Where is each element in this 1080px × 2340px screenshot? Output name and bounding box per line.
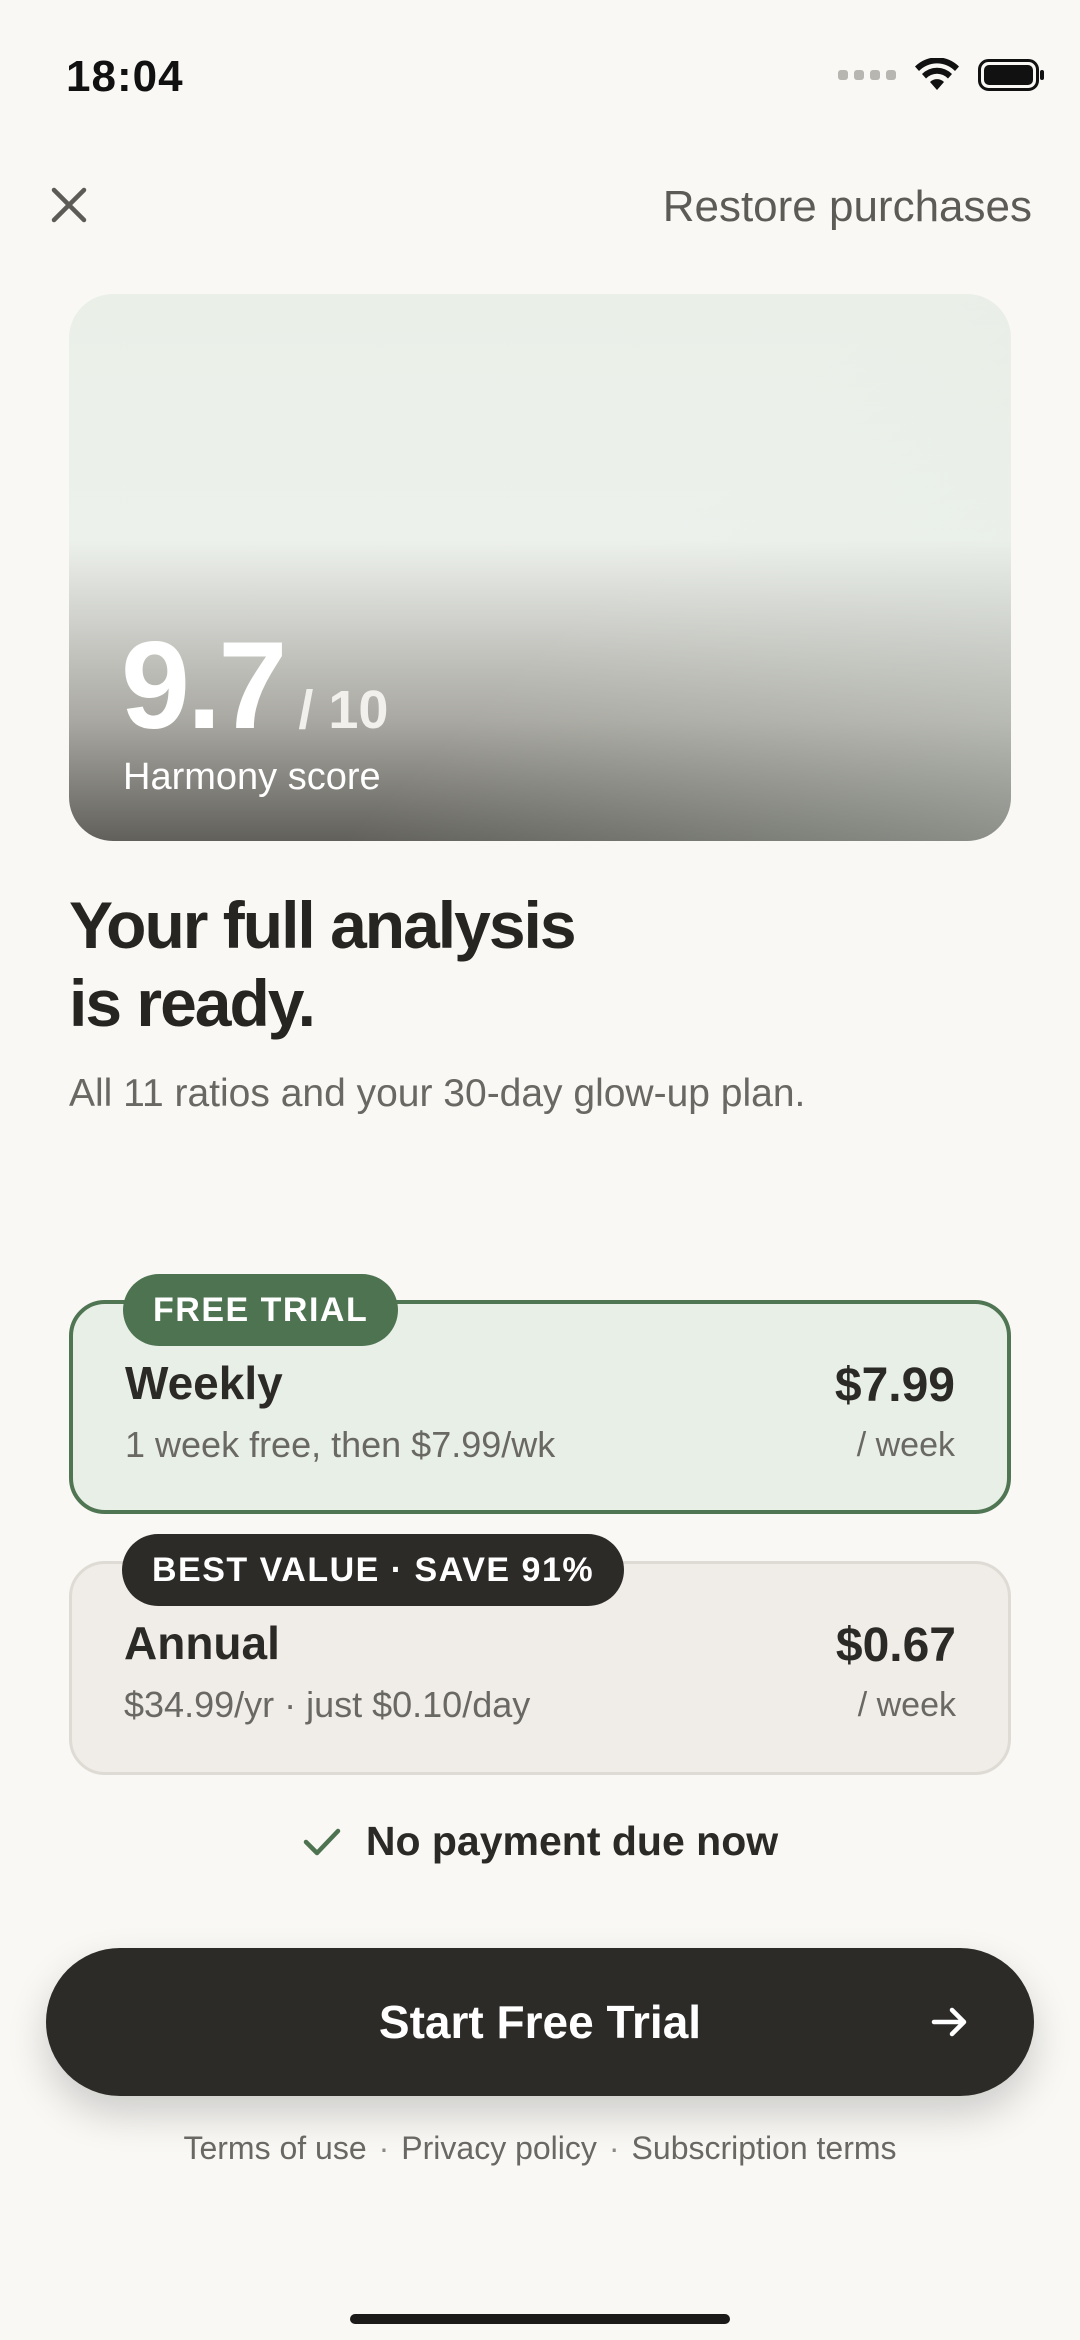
plan-card-weekly[interactable]: FREE TRIAL Weekly 1 week free, then $7.9… bbox=[69, 1274, 1011, 1514]
free-trial-badge: FREE TRIAL bbox=[123, 1274, 399, 1346]
no-payment-note: No payment due now bbox=[0, 1818, 1080, 1865]
privacy-policy-link[interactable]: Privacy policy bbox=[401, 2130, 597, 2167]
plan-card-annual[interactable]: BEST VALUE · SAVE 91% Annual $34.99/yr ·… bbox=[69, 1534, 1011, 1775]
plan-period: / week bbox=[857, 1686, 956, 1724]
score-row: 9.7 / 10 bbox=[121, 624, 388, 748]
close-button[interactable] bbox=[44, 180, 94, 230]
check-icon bbox=[303, 1828, 341, 1855]
hero-card: 9.7 / 10 Harmony score bbox=[69, 294, 1011, 841]
score-max: / 10 bbox=[298, 680, 389, 740]
title-line-1: Your full analysis bbox=[69, 888, 577, 962]
plan-price: $0.67 bbox=[835, 1619, 956, 1672]
plan-name: Annual bbox=[124, 1617, 280, 1669]
score-value: 9.7 bbox=[121, 617, 287, 755]
score-label: Harmony score bbox=[123, 756, 381, 798]
title-line-2: is ready. bbox=[69, 966, 316, 1040]
cta-label: Start Free Trial bbox=[378, 1996, 702, 2048]
status-bar: 18:04 bbox=[0, 0, 1080, 150]
plan-detail: $34.99/yr · just $0.10/day bbox=[124, 1684, 531, 1725]
best-value-badge: BEST VALUE · SAVE 91% bbox=[122, 1534, 625, 1606]
plan-name: Weekly bbox=[125, 1357, 283, 1409]
signal-icon bbox=[838, 70, 896, 80]
footer-separator: · bbox=[378, 2130, 390, 2166]
plan-period: / week bbox=[856, 1426, 955, 1464]
battery-icon bbox=[978, 59, 1044, 91]
plan-price: $7.99 bbox=[834, 1359, 955, 1412]
home-indicator bbox=[350, 2314, 730, 2324]
plan-detail: 1 week free, then $7.99/wk bbox=[125, 1424, 556, 1465]
status-time: 18:04 bbox=[66, 52, 184, 101]
terms-of-use-link[interactable]: Terms of use bbox=[183, 2130, 366, 2167]
footer-separator: · bbox=[608, 2130, 620, 2166]
page-subtitle: All 11 ratios and your 30-day glow-up pl… bbox=[69, 1072, 806, 1115]
arrow-right-icon bbox=[931, 2007, 967, 2037]
start-free-trial-button[interactable]: Start Free Trial bbox=[46, 1948, 1034, 2096]
page-title: Your full analysis is ready. bbox=[69, 886, 969, 1042]
close-icon bbox=[51, 187, 87, 223]
subscription-terms-link[interactable]: Subscription terms bbox=[632, 2130, 897, 2167]
footer-links: Terms of use · Privacy policy · Subscrip… bbox=[0, 2130, 1080, 2167]
restore-purchases-link[interactable]: Restore purchases bbox=[663, 182, 1032, 232]
wifi-icon bbox=[915, 58, 959, 90]
status-icons bbox=[838, 58, 1046, 92]
no-payment-text: No payment due now bbox=[365, 1818, 779, 1864]
